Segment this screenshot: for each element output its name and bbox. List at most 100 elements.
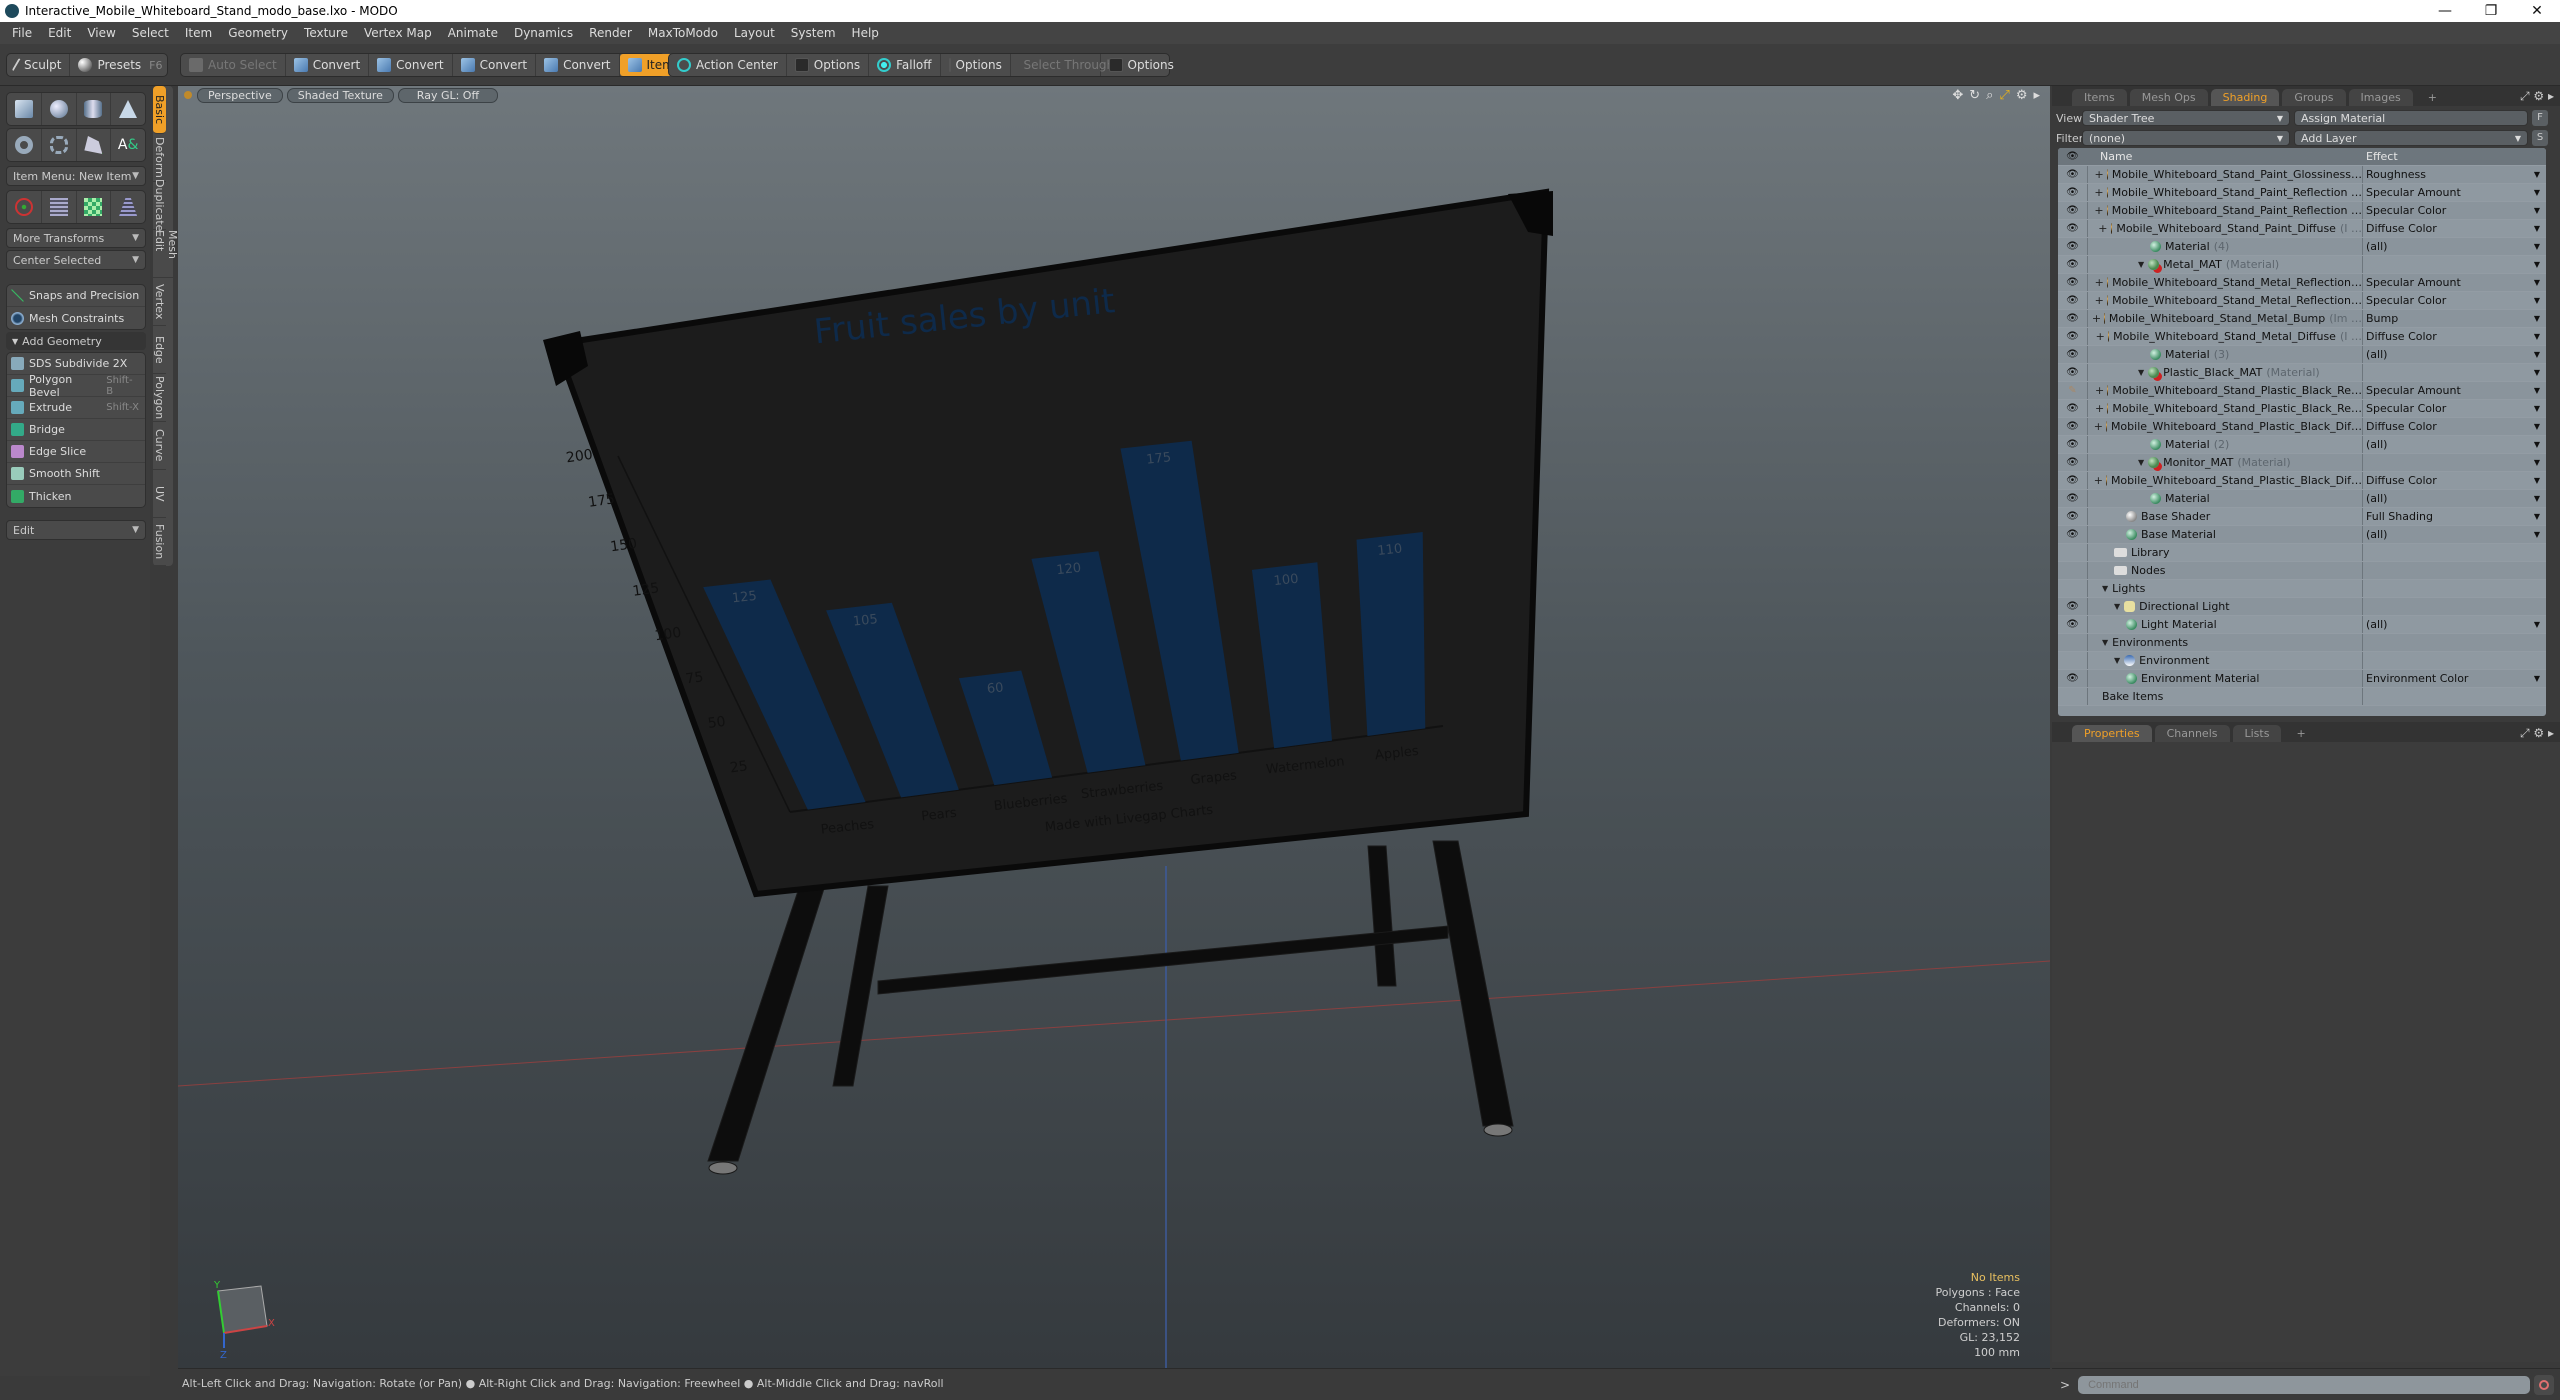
sculpt-button[interactable]: Sculpt [7,54,71,76]
name-column-header[interactable]: Name [2088,148,2363,165]
visibility-eye-icon[interactable]: 👁 [2066,493,2079,504]
shader-tree-row[interactable]: 👁 Material (4) (all) ▼ [2058,238,2546,256]
expand-plus-icon[interactable]: + [2092,312,2101,325]
visibility-eye-icon[interactable]: 👁 [2066,169,2079,180]
visibility-toggle[interactable]: 👁 [2058,490,2088,507]
layer-effect-cell[interactable]: Specular Amount ▼ [2363,382,2546,399]
shader-tree-row[interactable]: 👁 + Mobile_Whiteboard_Stand_Metal_Reflecti… [2058,274,2546,292]
visibility-toggle[interactable]: 👁 [2058,364,2088,381]
chevron-down-icon[interactable]: ▼ [2534,260,2540,269]
tab-basic[interactable]: Basic [153,86,166,134]
shader-tree-row[interactable]: 👁 Light Material (all) ▼ [2058,616,2546,634]
tab-deform[interactable]: Deform [153,134,166,182]
shader-tree-row[interactable]: 👁 ▼ Metal_MAT (Material) ▼ [2058,256,2546,274]
checker-uv-button[interactable] [77,191,112,223]
visibility-toggle[interactable]: 👁 [2058,598,2088,615]
add-geometry-header[interactable]: ▼ Add Geometry [6,332,146,350]
chevron-down-icon[interactable]: ▼ [2534,494,2540,503]
tab-groups[interactable]: Groups [2282,89,2346,106]
cube-primitive-button[interactable] [7,93,42,125]
tool-thicken-button[interactable]: Thicken [7,485,145,507]
properties-options-icons[interactable]: ⤢ ⚙ ▸ [2520,726,2554,741]
visibility-toggle[interactable] [2058,688,2088,705]
tab-lists[interactable]: Lists [2232,725,2282,742]
visibility-eye-icon[interactable]: 👁 [2066,295,2079,306]
visibility-eye-icon[interactable]: 👁 [2066,601,2079,612]
layer-effect-cell[interactable]: ▼ [2363,364,2546,381]
shader-tree-row[interactable]: 👁 + Mobile_Whiteboard_Stand_Paint_Glossine… [2058,166,2546,184]
record-macro-button[interactable] [2534,1374,2555,1395]
visibility-eye-icon[interactable]: 👁 [2066,367,2079,378]
layer-effect-cell[interactable]: Specular Color ▼ [2363,202,2546,219]
layer-effect-cell[interactable]: ▼ [2363,256,2546,273]
layer-effect-cell[interactable]: (all) ▼ [2363,490,2546,507]
tab-fusion[interactable]: Fusion [153,518,166,566]
transform-tool-button[interactable] [7,191,42,223]
shader-tree-row[interactable]: 👁 + Mobile_Whiteboard_Stand_Plastic_Black_… [2058,400,2546,418]
taper-button[interactable] [111,191,145,223]
chevron-down-icon[interactable]: ▼ [2534,512,2540,521]
panel-options-icons[interactable]: ⤢ ⚙ ▸ [2520,89,2554,104]
layer-effect-cell[interactable]: Specular Amount ▼ [2363,184,2546,201]
action-center-options-button[interactable]: Options [787,54,870,76]
text-tool-button[interactable]: A& [111,129,145,161]
visibility-toggle[interactable]: ✎ [2058,382,2088,399]
capsule-primitive-button[interactable] [42,129,77,161]
shader-tree-row[interactable]: 👁 Environment Material Environment Color ▼ [2058,670,2546,688]
visibility-eye-icon[interactable]: 👁 [2066,241,2079,252]
menu-layout[interactable]: Layout [726,26,783,40]
expand-triangle-icon[interactable]: ▼ [2138,368,2144,377]
menu-maxtomodo[interactable]: MaxToModo [640,26,726,40]
close-button[interactable]: ✕ [2514,0,2560,22]
menu-edit[interactable]: Edit [40,26,79,40]
visibility-toggle[interactable]: 👁 [2058,454,2088,471]
tab-curve[interactable]: Curve [153,422,166,470]
expand-plus-icon[interactable]: + [2095,384,2104,397]
visibility-eye-icon[interactable]: 👁 [2066,205,2079,216]
visibility-eye-icon[interactable]: 👁 [2066,457,2079,468]
chevron-down-icon[interactable]: ▼ [2534,476,2540,485]
menu-help[interactable]: Help [844,26,887,40]
chevron-down-icon[interactable]: ▼ [2534,422,2540,431]
effect-column-header[interactable]: Effect [2363,148,2546,165]
visibility-toggle[interactable]: 👁 [2058,472,2088,489]
layer-effect-cell[interactable]: (all) ▼ [2363,526,2546,543]
layer-effect-cell[interactable]: Specular Color ▼ [2363,400,2546,417]
visibility-toggle[interactable]: 👁 [2058,274,2088,291]
visibility-toggle[interactable] [2058,652,2088,669]
shader-tree-row[interactable]: 👁 Material (all) ▼ [2058,490,2546,508]
shader-tree-row[interactable]: ▼ Environment [2058,652,2546,670]
tab-vertex[interactable]: Vertex [153,278,166,326]
visibility-eye-icon[interactable]: 👁 [2066,313,2079,324]
chevron-down-icon[interactable]: ▼ [2534,350,2540,359]
item-menu-dropdown[interactable]: Item Menu: New Item ▼ [6,166,146,186]
visibility-toggle[interactable]: 👁 [2058,400,2088,417]
menu-dynamics[interactable]: Dynamics [506,26,581,40]
chevron-down-icon[interactable]: ▼ [2534,224,2540,233]
properties-add-tab-button[interactable]: + [2284,725,2317,742]
edit-dropdown[interactable]: Edit ▼ [6,520,146,540]
presets-button[interactable]: Presets F6 [70,54,170,76]
expand-plus-icon[interactable]: + [2096,330,2105,343]
visibility-eye-icon[interactable]: 👁 [2066,331,2079,342]
visibility-eye-icon[interactable]: 👁 [2066,511,2079,522]
expand-plus-icon[interactable]: + [2098,222,2107,235]
visibility-toggle[interactable]: 👁 [2058,184,2088,201]
shader-tree-row[interactable]: Library [2058,544,2546,562]
expand-triangle-icon[interactable]: ▼ [2138,260,2144,269]
tab-mesh-ops[interactable]: Mesh Ops [2129,89,2208,106]
visibility-toggle[interactable]: 👁 [2058,292,2088,309]
visibility-toggle[interactable]: 👁 [2058,670,2088,687]
layer-effect-cell[interactable]: (all) ▼ [2363,346,2546,363]
visibility-toggle[interactable]: 👁 [2058,508,2088,525]
chevron-down-icon[interactable]: ▼ [2534,314,2540,323]
tool-extrude-button[interactable]: Extrude Shift-X [7,397,145,419]
tool-edge-slice-button[interactable]: Edge Slice [7,441,145,463]
shader-tree-row[interactable]: 👁 + Mobile_Whiteboard_Stand_Metal_Bump (Im … [2058,310,2546,328]
chevron-down-icon[interactable]: ▼ [2534,206,2540,215]
select-through-button[interactable]: Select Through [1011,54,1114,76]
visibility-eye-icon[interactable]: 👁 [2066,619,2079,630]
visibility-toggle[interactable]: 👁 [2058,526,2088,543]
shader-tree-row[interactable]: 👁 ▼ Directional Light [2058,598,2546,616]
layer-effect-cell[interactable]: Diffuse Color ▼ [2363,328,2546,345]
